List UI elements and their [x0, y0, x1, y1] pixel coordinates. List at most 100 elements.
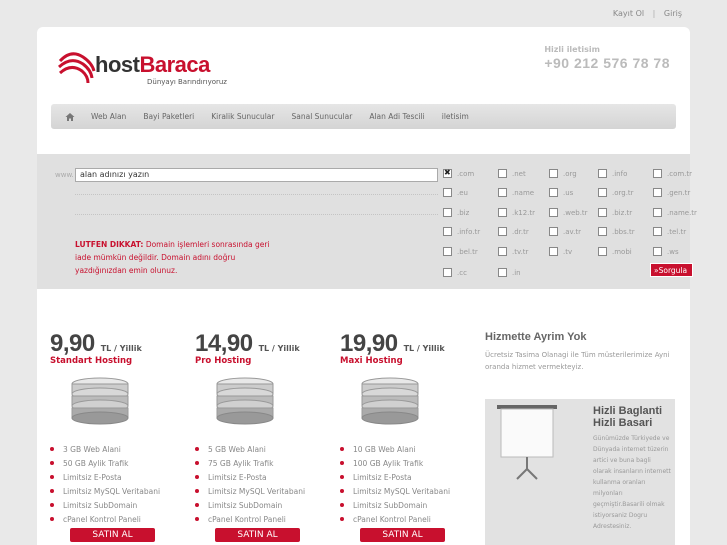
tld-checkbox[interactable]	[653, 208, 662, 217]
tld-checkbox[interactable]	[549, 247, 558, 256]
bullet-icon	[340, 461, 344, 465]
plan-price-unit: TL / Yillik	[258, 344, 300, 353]
tld-label: .dr.tr	[512, 227, 529, 236]
tld-checkbox[interactable]	[443, 268, 452, 277]
tld-checkbox[interactable]	[443, 247, 452, 256]
tld-checkbox[interactable]	[498, 208, 507, 217]
plan-card: 9,90 TL / Yillik Standart Hosting 3 GB Web …	[50, 330, 180, 542]
plan-price-value: 19,90	[340, 330, 398, 357]
tld-option[interactable]: .tv	[549, 247, 572, 256]
tld-label: .tel.tr	[667, 227, 687, 236]
tld-label: .us	[563, 188, 574, 197]
tld-checkbox[interactable]	[443, 227, 452, 236]
tld-checkbox[interactable]	[443, 168, 452, 178]
tld-option[interactable]: .av.tr	[549, 227, 581, 236]
tld-checkbox[interactable]	[653, 227, 662, 236]
login-link[interactable]: Giriş	[664, 9, 682, 18]
tld-option[interactable]: .biz	[443, 208, 469, 217]
tld-label: .name.tr	[667, 208, 697, 217]
tld-checkbox[interactable]	[598, 227, 607, 236]
tld-checkbox[interactable]	[549, 169, 558, 178]
tld-option[interactable]: .info.tr	[443, 227, 480, 236]
tld-checkbox[interactable]	[549, 208, 558, 217]
tld-label: .name	[512, 188, 535, 197]
tld-option[interactable]: .k12.tr	[498, 208, 535, 217]
plan-price: 19,90 TL / Yillik	[340, 330, 470, 358]
tld-option[interactable]: .biz.tr	[598, 208, 632, 217]
tld-checkbox[interactable]	[443, 188, 452, 197]
tld-option[interactable]: .ws	[653, 247, 679, 256]
plan-feature: 5 GB Web Alani	[195, 442, 325, 456]
tld-option[interactable]: .com.tr	[653, 169, 692, 178]
plan-name: Pro Hosting	[195, 356, 252, 366]
tld-option[interactable]: .name	[498, 188, 534, 197]
tld-option[interactable]: .bel.tr	[443, 247, 478, 256]
nav-item-sanal-sunucular[interactable]: Sanal Sunucular	[292, 112, 353, 121]
tld-option[interactable]: .eu	[443, 188, 468, 197]
tld-option[interactable]: .us	[549, 188, 573, 197]
service-title: Hizmette Ayrim Yok	[485, 331, 587, 343]
tld-checkbox[interactable]	[598, 247, 607, 256]
tld-option[interactable]: .gen.tr	[653, 188, 690, 197]
tld-option[interactable]: .org.tr	[598, 188, 634, 197]
tld-option[interactable]: .org	[549, 169, 577, 178]
tld-checkbox[interactable]	[498, 247, 507, 256]
nav-item-kiralik-sunucular[interactable]: Kiralik Sunucular	[211, 112, 274, 121]
tld-checkbox[interactable]	[498, 169, 507, 178]
tld-option[interactable]: .info	[598, 169, 627, 178]
tld-option[interactable]: .bbs.tr	[598, 227, 635, 236]
register-link[interactable]: Kayıt Ol	[613, 9, 644, 18]
plan-name: Maxi Hosting	[340, 356, 403, 366]
plan-feature: cPanel Kontrol Paneli	[50, 512, 180, 526]
plan-feature: 75 GB Aylik Trafik	[195, 456, 325, 470]
fast-connection-box: Hizli Baglanti Hizli Basari Günümüzde Tür…	[485, 399, 675, 545]
plan-feature: Limitsiz MySQL Veritabani	[50, 484, 180, 498]
tld-label: .org.tr	[612, 188, 634, 197]
plan-feature: cPanel Kontrol Paneli	[340, 512, 470, 526]
quick-contact: Hizli iletisim +90 212 576 78 78	[544, 45, 670, 71]
logo[interactable]: hostBaraca Dünyayı Barındırıyoruz	[57, 47, 237, 97]
tld-option[interactable]: .tel.tr	[653, 227, 686, 236]
tld-option[interactable]: .tv.tr	[498, 247, 528, 256]
tld-label: .org	[563, 169, 577, 178]
nav-item-web-alan[interactable]: Web Alan	[91, 112, 126, 121]
tld-checkbox[interactable]	[549, 188, 558, 197]
home-icon[interactable]	[65, 112, 75, 122]
tld-checkbox[interactable]	[498, 268, 507, 277]
tld-checkbox[interactable]	[443, 208, 452, 217]
plan-name: Standart Hosting	[50, 356, 133, 366]
bullet-icon	[50, 503, 54, 507]
buy-button[interactable]: SATIN AL	[70, 528, 155, 542]
search-domain-button[interactable]: »Sorgula	[650, 263, 693, 277]
tld-option[interactable]: .in	[498, 268, 521, 277]
tld-label: .biz.tr	[612, 208, 633, 217]
tld-checkbox[interactable]	[598, 169, 607, 178]
tld-checkbox[interactable]	[653, 169, 662, 178]
tld-checkbox[interactable]	[549, 227, 558, 236]
nav-item-iletisim[interactable]: iletisim	[442, 112, 469, 121]
tld-option[interactable]: .dr.tr	[498, 227, 529, 236]
plan-feature: Limitsiz MySQL Veritabani	[340, 484, 470, 498]
bullet-icon	[195, 517, 199, 521]
tld-option[interactable]: .net	[498, 169, 526, 178]
tld-checkbox[interactable]	[598, 208, 607, 217]
tld-checkbox[interactable]	[598, 188, 607, 197]
plan-price-value: 14,90	[195, 330, 253, 357]
tld-checkbox[interactable]	[498, 227, 507, 236]
tld-checkbox[interactable]	[653, 188, 662, 197]
tld-option[interactable]: .name.tr	[653, 208, 697, 217]
tld-option[interactable]: .com	[443, 168, 474, 178]
tld-label: .info	[612, 169, 628, 178]
buy-button[interactable]: SATIN AL	[360, 528, 445, 542]
nav-item-alan-adi-tescili[interactable]: Alan Adi Tescili	[369, 112, 424, 121]
tld-option[interactable]: .cc	[443, 268, 467, 277]
tld-option[interactable]: .web.tr	[549, 208, 588, 217]
nav-item-bayi-paketleri[interactable]: Bayi Paketleri	[143, 112, 194, 121]
service-section: Hizmette Ayrim Yok Ücretsiz Tasima Olana…	[485, 331, 680, 373]
tld-checkbox[interactable]	[653, 247, 662, 256]
plan-feature: Limitsiz E-Posta	[195, 470, 325, 484]
tld-checkbox[interactable]	[498, 188, 507, 197]
tld-option[interactable]: .mobi	[598, 247, 632, 256]
domain-input[interactable]: alan adınızı yazın	[75, 168, 438, 182]
buy-button[interactable]: SATIN AL	[215, 528, 300, 542]
